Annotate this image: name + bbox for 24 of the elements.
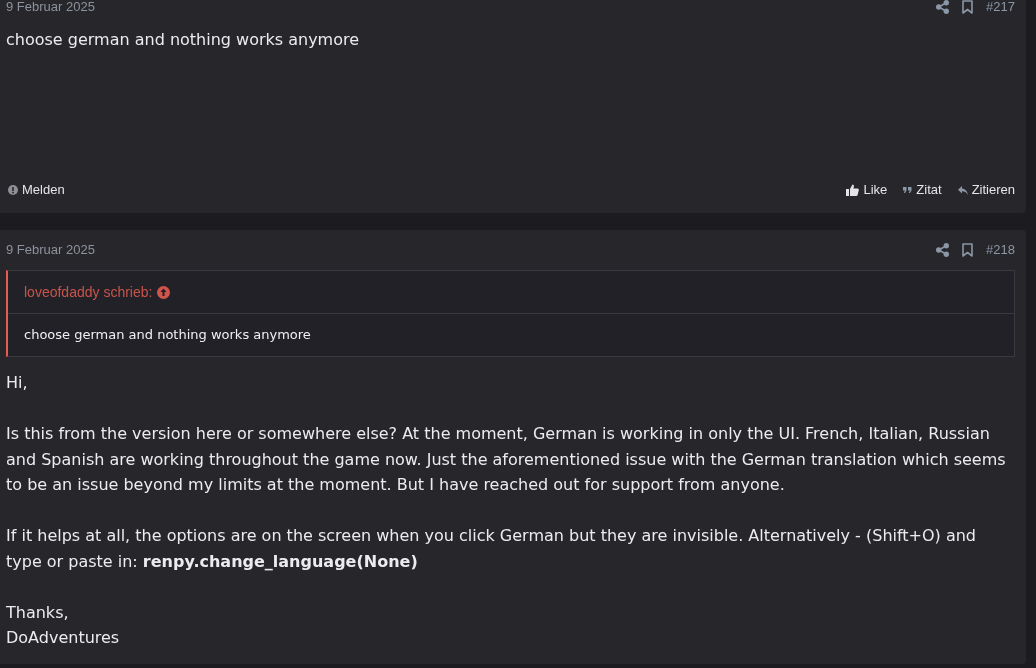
report-button[interactable]: Melden [8,180,65,200]
quote-button[interactable]: Zitat [903,180,942,200]
exclamation-circle-icon [8,185,18,195]
quote-text: choose german and nothing works anymore [24,326,311,345]
bookmark-icon[interactable] [962,243,974,257]
post-paragraph: If it helps at all, the options are on the screen when you click German but they are invisible. Alternatively - (Shift+O) and type or paste in: renpy.change_language(None) [6,525,977,573]
up-arrow-circle-icon[interactable] [157,285,171,299]
post-paragraph: Hi, [6,372,29,394]
post-number-link[interactable]: #217 [986,0,1015,17]
post-number-link[interactable]: #218 [986,240,1015,260]
share-icon[interactable] [936,243,950,257]
like-button[interactable]: Like [846,180,888,200]
post-paragraph: choose german and nothing works anymore [6,29,361,51]
post-paragraph: Thanks, DoAdventures [6,601,121,649]
quote-marks-icon [903,187,913,193]
bookmark-icon[interactable] [962,0,974,14]
thumbs-up-icon [846,184,860,196]
post-date: 9 Februar 2025 [6,0,95,17]
post-paragraph: Is this from the version here or somewhere else? At the moment, German is working in only the UI. French, Italian, Russian and Spanish are working throughout the game now. Just the aforementioned issue with the German translation which seems to be an issue beyond my limits at the moment. But I have reached out for support from anyone. [6,423,1007,496]
reply-button[interactable]: Zitieren [957,180,1015,200]
quote-author: loveofdaddy schrieb: [24,282,153,302]
share-icon[interactable] [936,0,950,14]
reply-arrow-icon [957,185,968,195]
post-date: 9 Februar 2025 [6,241,95,260]
